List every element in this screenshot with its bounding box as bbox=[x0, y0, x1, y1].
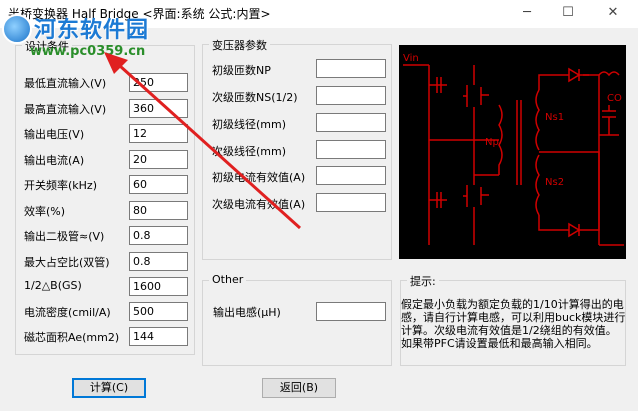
annotation-arrow bbox=[104, 52, 302, 230]
